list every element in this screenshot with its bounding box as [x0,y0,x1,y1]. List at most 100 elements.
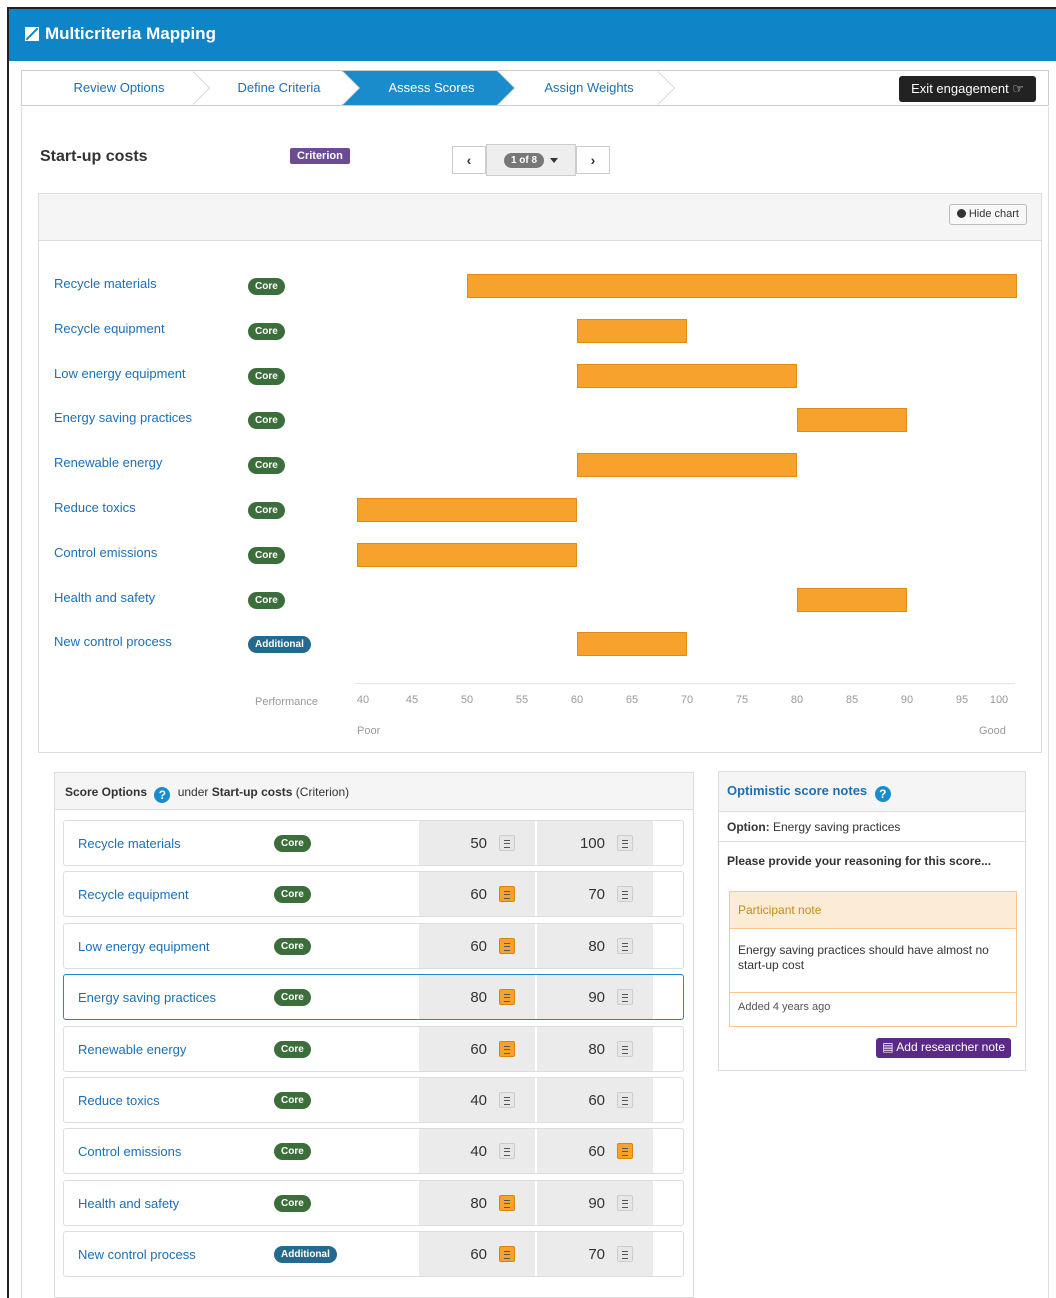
score-row[interactable]: Health and safety Core 80 90 [63,1179,684,1226]
note-icon[interactable] [617,1092,633,1108]
score-row[interactable]: Recycle equipment Core 60 70 [63,871,684,918]
pessimistic-score-cell[interactable]: 50 [419,821,535,865]
add-note-label: Add researcher note [896,1040,1005,1054]
score-option-name[interactable]: Health and safety [78,1196,179,1211]
chart-category-label[interactable]: Health and safety [54,590,155,605]
score-options-header: Score Options ? under Start-up costs (Cr… [55,773,693,810]
score-option-name[interactable]: Low energy equipment [78,939,210,954]
chart-category-label[interactable]: New control process [54,634,172,649]
option-value: Energy saving practices [773,820,901,834]
note-icon[interactable] [499,835,515,851]
chart-category-label[interactable]: Recycle materials [54,276,157,291]
score-option-name[interactable]: New control process [78,1247,196,1262]
pessimistic-score-cell[interactable]: 80 [419,1180,535,1225]
optimistic-score-cell[interactable]: 60 [537,1078,653,1122]
optimistic-score-cell[interactable]: 90 [537,975,653,1020]
score-option-name[interactable]: Control emissions [78,1144,181,1159]
score-value: 60 [470,886,487,904]
note-icon[interactable] [499,1143,515,1160]
score-row[interactable]: Reduce toxics Core 40 60 [63,1077,684,1123]
chart-category-label[interactable]: Energy saving practices [54,410,192,425]
step-assess-scores[interactable]: Assess Scores [342,71,515,105]
pessimistic-score-cell[interactable]: 80 [419,975,535,1020]
note-icon[interactable] [499,1040,515,1057]
hand-pointer-icon: ☞ [1012,81,1024,96]
prev-criterion-button[interactable]: ‹ [452,146,486,174]
score-row[interactable]: Recycle materials Core 50 100 [63,820,684,866]
score-options-title: Score Options [65,785,148,799]
score-option-name[interactable]: Energy saving practices [78,990,216,1005]
step-label: Review Options [73,80,165,95]
note-icon[interactable] [499,886,515,903]
note-icon[interactable] [499,1194,515,1211]
chart-category-label[interactable]: Reduce toxics [54,500,136,515]
note-icon[interactable] [617,989,633,1006]
x-tick-label: 65 [625,694,639,706]
score-value: 40 [470,1092,487,1109]
help-icon[interactable]: ? [874,786,891,802]
note-icon[interactable] [499,1246,515,1263]
score-row[interactable]: Low energy equipment Core 60 80 [63,922,684,969]
note-icon[interactable] [617,937,633,954]
score-value: 100 [579,835,605,852]
score-row[interactable]: Renewable energy Core 60 80 [63,1025,684,1072]
score-option-name[interactable]: Renewable energy [78,1042,186,1057]
step-review-options[interactable]: Review Options [22,71,210,105]
pessimistic-score-cell[interactable]: 60 [419,872,535,917]
note-icon[interactable] [617,1040,633,1057]
note-icon[interactable] [499,989,515,1006]
wizard-steps: Review Options Define Criteria Assess Sc… [21,70,1049,106]
optimistic-score-cell[interactable]: 90 [537,1180,653,1225]
note-icon[interactable] [617,886,633,903]
note-icon[interactable] [617,1143,633,1160]
score-row[interactable]: Control emissions Core 40 60 [63,1128,684,1175]
score-tag-badge: Core [274,989,311,1007]
pessimistic-score-cell[interactable]: 60 [419,1232,535,1277]
add-researcher-note-button[interactable]: ▤ Add researcher note [876,1038,1011,1058]
pessimistic-score-cell[interactable]: 40 [419,1129,535,1174]
criterion-name: Start-up costs [211,785,293,799]
optimistic-score-cell[interactable]: 70 [537,872,653,917]
score-tag-badge: Core [274,1194,311,1212]
score-tag-badge: Core [274,1040,311,1058]
chart-tag-badge: Core [248,591,285,609]
score-row[interactable]: Energy saving practices Core 80 90 [63,974,684,1021]
note-icon[interactable] [499,1092,515,1108]
chart-category-label[interactable]: Control emissions [54,545,157,560]
score-value: 80 [470,1194,487,1212]
optimistic-score-cell[interactable]: 80 [537,923,653,968]
step-define-criteria[interactable]: Define Criteria [192,71,360,105]
help-icon[interactable]: ? [154,787,171,803]
score-value: 80 [588,1040,605,1058]
optimistic-score-cell[interactable]: 60 [537,1129,653,1174]
chart-category-label[interactable]: Recycle equipment [54,321,165,336]
caret-down-icon [550,157,559,163]
pessimistic-score-cell[interactable]: 60 [419,923,535,968]
score-option-name[interactable]: Reduce toxics [78,1093,160,1108]
pessimistic-score-cell[interactable]: 40 [419,1078,535,1122]
score-option-name[interactable]: Recycle materials [78,836,181,851]
note-icon[interactable] [499,937,515,954]
pessimistic-score-cell[interactable]: 60 [419,1026,535,1071]
next-criterion-button[interactable]: › [576,146,610,174]
optimistic-score-cell[interactable]: 80 [537,1026,653,1071]
optimistic-score-cell[interactable]: 70 [537,1232,653,1277]
x-tick-label: 45 [405,694,419,706]
chart-category-label[interactable]: Renewable energy [54,455,162,470]
note-icon[interactable] [617,1194,633,1211]
hide-chart-button[interactable]: Hide chart [948,204,1027,225]
chart-category-label[interactable]: Low energy equipment [54,366,186,381]
app-brand[interactable]: Multicriteria Mapping [25,24,216,44]
score-option-name[interactable]: Recycle equipment [78,887,189,902]
exit-engagement-button[interactable]: Exit engagement ☞ [899,76,1036,102]
chart-tag-badge: Core [248,546,285,564]
pager-count: 1 of 8 [503,152,545,168]
step-assign-weights[interactable]: Assign Weights [497,71,675,105]
x-axis-title: Performance [255,696,318,708]
score-value: 70 [588,886,605,904]
criterion-dropdown[interactable]: 1 of 8 [486,144,576,176]
optimistic-score-cell[interactable]: 100 [537,821,653,865]
note-icon[interactable] [617,835,633,851]
note-icon[interactable] [617,1246,633,1263]
score-row[interactable]: New control process Additional 60 70 [63,1231,684,1278]
